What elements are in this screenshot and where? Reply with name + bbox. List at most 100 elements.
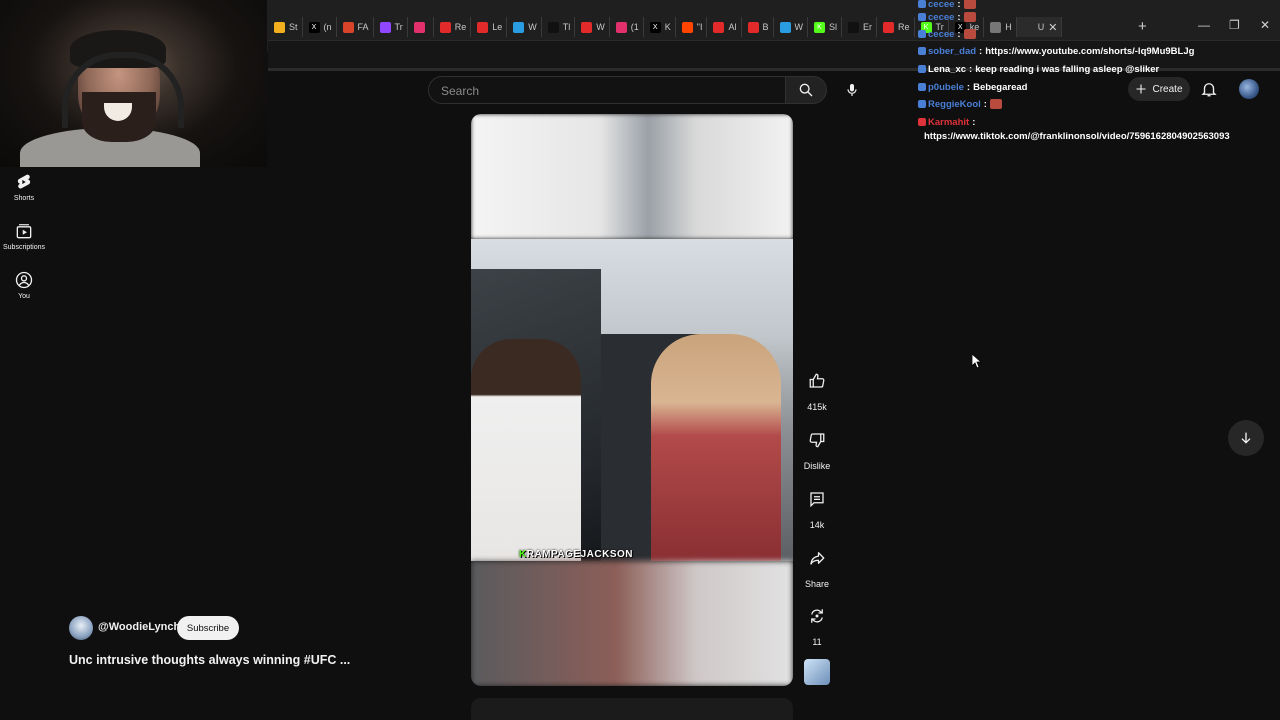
- browser-tab[interactable]: "I: [676, 17, 708, 37]
- chat-username[interactable]: p0ubele: [928, 82, 964, 93]
- create-button[interactable]: Create: [1128, 77, 1190, 101]
- minimize-button[interactable]: —: [1198, 18, 1210, 32]
- browser-tab[interactable]: Le: [471, 17, 508, 37]
- video-title[interactable]: Unc intrusive thoughts always winning #U…: [69, 653, 350, 667]
- tab-label: Tl: [562, 22, 571, 32]
- chat-emote-icon: [963, 0, 976, 10]
- comments-button[interactable]: 14k: [800, 483, 834, 530]
- browser-tab[interactable]: U ✕: [1016, 17, 1063, 37]
- browser-tab[interactable]: St: [268, 17, 303, 37]
- tab-favicon-icon: [547, 21, 559, 33]
- search-button[interactable]: [785, 76, 827, 104]
- thumbs-up-icon: [809, 373, 825, 388]
- create-label: Create: [1152, 83, 1183, 95]
- chat-text: https://www.youtube.com/shorts/-lq9Mu9BL…: [985, 46, 1195, 57]
- browser-tab[interactable]: Al: [707, 17, 742, 37]
- voice-search-button[interactable]: [836, 74, 868, 106]
- remix-count: 11: [812, 637, 822, 647]
- tab-favicon-icon: [477, 21, 489, 33]
- share-button[interactable]: Share: [800, 542, 834, 589]
- tab-favicon-icon: [713, 21, 725, 33]
- next-short-preview[interactable]: [471, 698, 793, 720]
- tab-label: Re: [898, 22, 910, 32]
- sound-channel-thumbnail[interactable]: [804, 659, 830, 685]
- browser-tab[interactable]: W: [774, 17, 809, 37]
- chat-separator: :: [969, 64, 973, 75]
- tab-favicon-icon: [848, 21, 860, 33]
- browser-tab[interactable]: X (n: [303, 17, 337, 37]
- chat-username[interactable]: sober_dad: [928, 46, 976, 57]
- webcam-overlay: [0, 0, 267, 167]
- notifications-button[interactable]: [1200, 80, 1218, 103]
- browser-tab[interactable]: Tl: [542, 17, 576, 37]
- chat-emote-icon: [963, 29, 976, 40]
- tab-favicon-icon: [513, 21, 525, 33]
- remix-icon: [811, 609, 823, 623]
- chat-username[interactable]: Karmahit: [928, 117, 969, 128]
- chat-username[interactable]: cecee: [928, 12, 954, 23]
- tab-favicon-icon: [681, 21, 693, 33]
- browser-tab[interactable]: XK: [644, 17, 676, 37]
- search-input[interactable]: [439, 83, 773, 99]
- chat-badge-icon: [918, 30, 926, 39]
- tab-label: "I: [696, 22, 703, 32]
- tab-label: (1: [630, 22, 639, 32]
- browser-tab[interactable]: [408, 17, 434, 37]
- chat-username[interactable]: ReggieKool: [928, 99, 981, 110]
- tab-favicon-icon: K: [814, 21, 826, 33]
- shorts-icon: [17, 174, 31, 189]
- nav-you[interactable]: You: [0, 270, 48, 300]
- next-video-button[interactable]: [1228, 420, 1264, 456]
- tab-label: FA: [357, 22, 369, 32]
- tab-close-icon[interactable]: ✕: [1048, 21, 1057, 34]
- chat-message: p0ubele: Bebegaread: [918, 82, 1027, 93]
- nav-shorts[interactable]: Shorts: [0, 172, 48, 202]
- like-button[interactable]: 415k: [800, 365, 834, 412]
- chat-message: ReggieKool:: [918, 99, 1002, 110]
- account-circle-icon: [15, 271, 33, 289]
- browser-tab[interactable]: Re: [877, 17, 915, 37]
- nav-subscriptions-label: Subscriptions: [2, 244, 46, 251]
- chat-username[interactable]: cecee: [928, 29, 954, 40]
- restore-button[interactable]: ❐: [1229, 18, 1240, 32]
- browser-tab[interactable]: Er: [842, 17, 878, 37]
- chat-username[interactable]: cecee: [928, 0, 954, 10]
- dislike-button[interactable]: Dislike: [800, 424, 834, 471]
- account-avatar[interactable]: [1239, 79, 1259, 99]
- chat-separator: :: [983, 99, 987, 110]
- tab-label: B: [762, 22, 769, 32]
- remix-button[interactable]: 11: [800, 600, 834, 647]
- tab-label: H: [1005, 22, 1012, 32]
- chat-username[interactable]: Lena_xc: [928, 64, 966, 75]
- browser-tab[interactable]: W: [507, 17, 542, 37]
- browser-tab[interactable]: W: [575, 17, 610, 37]
- subscribe-button[interactable]: Subscribe: [177, 616, 239, 640]
- nav-subscriptions[interactable]: Subscriptions: [0, 221, 48, 251]
- tab-label: U: [1037, 22, 1045, 32]
- tab-favicon-icon: [779, 21, 791, 33]
- chat-message: cecee:: [918, 29, 976, 40]
- shorts-video-player[interactable]: KRAMPAGEJACKSON: [471, 114, 793, 686]
- browser-tab[interactable]: (1: [610, 17, 644, 37]
- browser-tab[interactable]: H: [984, 17, 1017, 37]
- chat-separator: :: [966, 82, 971, 93]
- channel-avatar[interactable]: [69, 616, 93, 640]
- channel-handle[interactable]: @WoodieLynch: [98, 621, 180, 633]
- browser-tab[interactable]: K Sl: [808, 17, 843, 37]
- tab-favicon-icon: [439, 21, 451, 33]
- chat-message: https://www.tiktok.com/@franklinonsol/vi…: [918, 131, 1230, 142]
- tab-label: K: [664, 22, 671, 32]
- browser-tab[interactable]: Tr: [374, 17, 408, 37]
- comments-count: 14k: [809, 520, 825, 530]
- browser-tab[interactable]: B: [742, 17, 774, 37]
- tab-label: St: [289, 22, 298, 32]
- tab-favicon-icon: [274, 21, 285, 33]
- kick-icon: K: [519, 549, 527, 560]
- tab-label: W: [596, 22, 605, 32]
- video-blur-bottom: [471, 561, 793, 686]
- tab-label: Le: [492, 22, 503, 32]
- browser-tab[interactable]: FA: [337, 17, 374, 37]
- window-close-button[interactable]: ✕: [1260, 18, 1270, 32]
- browser-tab[interactable]: Re: [434, 17, 472, 37]
- new-tab-button[interactable]: +: [1138, 18, 1147, 35]
